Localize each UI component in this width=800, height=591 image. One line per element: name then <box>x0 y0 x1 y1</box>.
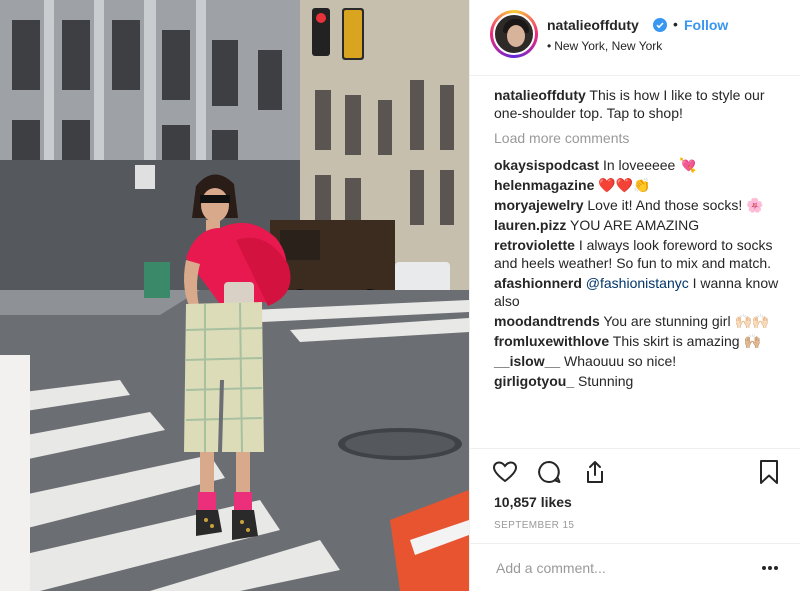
post-details-panel: natalieoffduty • Follow • New York, New Y… <box>469 0 800 591</box>
more-options-icon[interactable] <box>761 565 779 571</box>
comment-username[interactable]: okaysispodcast <box>494 157 599 173</box>
comment-username[interactable]: lauren.pizz <box>494 217 566 233</box>
comment-username[interactable]: moryajewelry <box>494 197 584 213</box>
comment-bubble-icon[interactable] <box>536 459 562 485</box>
comment-item: moodandtrends You are stunning girl 🙌🏻🙌🏻 <box>494 312 790 330</box>
comment-item: afashionnerd @fashionistanyc I wanna kno… <box>494 274 790 310</box>
comment-text: Stunning <box>578 373 634 389</box>
heart-icon[interactable] <box>492 459 518 485</box>
action-bar <box>470 448 800 498</box>
comment-username[interactable]: afashionnerd <box>494 275 582 291</box>
caption-username[interactable]: natalieoffduty <box>494 87 586 103</box>
street-scene-illustration <box>0 0 469 591</box>
post-username[interactable]: natalieoffduty <box>547 17 639 33</box>
comment-mention-link[interactable]: @fashionistanyc <box>586 275 689 291</box>
comment-item: helenmagazine ❤️❤️👏 <box>494 176 790 194</box>
comment-item: fromluxewithlove This skirt is amazing 🙌… <box>494 332 790 350</box>
comment-text: Whaouuu so nice! <box>564 353 677 369</box>
comment-item: __islow__ Whaouuu so nice! <box>494 352 790 370</box>
post-photo[interactable] <box>0 0 469 591</box>
comment-text: Love it! And those socks! 🌸 <box>587 197 764 213</box>
add-comment-bar <box>470 543 800 591</box>
comment-text: In loveeeee 💘 <box>602 157 697 173</box>
verified-badge-icon <box>653 18 667 32</box>
comment-username[interactable]: helenmagazine <box>494 177 594 193</box>
separator-dot: • <box>673 16 678 32</box>
post-header: natalieoffduty • Follow • New York, New Y… <box>470 0 800 76</box>
share-icon[interactable] <box>582 459 608 485</box>
comment-text: You are stunning girl 🙌🏻🙌🏻 <box>603 313 770 329</box>
avatar[interactable] <box>490 10 538 58</box>
comment-item: girligotyou_ Stunning <box>494 372 790 390</box>
comment-username[interactable]: fromluxewithlove <box>494 333 609 349</box>
location-bullet: • <box>547 39 552 53</box>
follow-button[interactable]: Follow <box>684 17 728 33</box>
comment-username[interactable]: moodandtrends <box>494 313 600 329</box>
comment-item: okaysispodcast In loveeeee 💘 <box>494 156 790 174</box>
comment-username[interactable]: __islow__ <box>494 353 560 369</box>
comment-text: ❤️❤️👏 <box>598 177 651 193</box>
likes-count[interactable]: 10,857 likes <box>494 494 572 510</box>
comment-item: retroviolette I always look foreword to … <box>494 236 790 272</box>
load-more-comments-button[interactable]: Load more comments <box>494 129 790 147</box>
comment-username[interactable]: girligotyou_ <box>494 373 574 389</box>
add-comment-input[interactable] <box>494 556 748 580</box>
bookmark-icon[interactable] <box>756 459 782 485</box>
comment-text: This skirt is amazing 🙌🏼 <box>612 333 761 349</box>
comment-username[interactable]: retroviolette <box>494 237 575 253</box>
location-text: New York, New York <box>554 39 663 53</box>
avatar-photo <box>493 13 535 55</box>
comment-item: lauren.pizz YOU ARE AMAZING <box>494 216 790 234</box>
comment-item: moryajewelry Love it! And those socks! 🌸 <box>494 196 790 214</box>
post-date[interactable]: SEPTEMBER 15 <box>494 520 574 531</box>
post-location[interactable]: • New York, New York <box>547 39 662 53</box>
caption: natalieoffduty This is how I like to sty… <box>494 86 790 122</box>
comments-list: natalieoffduty This is how I like to sty… <box>494 86 790 392</box>
comment-text: YOU ARE AMAZING <box>570 217 700 233</box>
